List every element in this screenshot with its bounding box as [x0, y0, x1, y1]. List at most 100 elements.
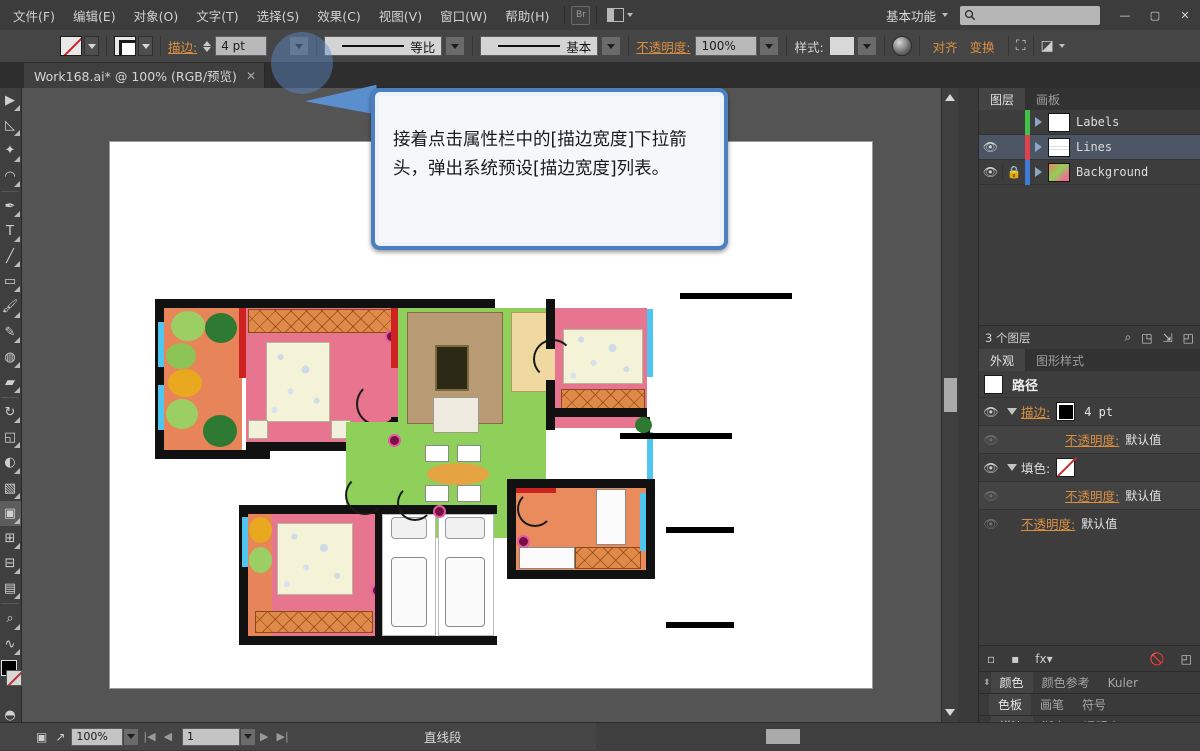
workspace-switcher[interactable]: 基本功能 — [886, 6, 948, 25]
tool-blob-brush[interactable]: ◍ — [0, 345, 21, 370]
tab-color-guide[interactable]: 颜色参考 — [1033, 672, 1099, 693]
stroke-weight-input[interactable]: 4 pt — [215, 36, 268, 56]
transform-button[interactable]: 变换 — [964, 35, 1001, 58]
appearance-row-fill[interactable]: 👁 填色: — [979, 453, 1200, 481]
graphic-style-swatch[interactable] — [828, 36, 855, 56]
opacity-label[interactable]: 不透明度: — [636, 37, 690, 56]
tool-rectangle[interactable]: ▭ — [0, 269, 21, 294]
stroke-weight-stepper[interactable] — [203, 40, 212, 52]
next-artboard-button[interactable]: ▶ — [256, 730, 272, 743]
stroke-color-chip[interactable] — [1056, 402, 1076, 421]
tool-direct-selection[interactable]: ◺ — [0, 113, 21, 138]
visibility-toggle-icon[interactable]: 👁 — [979, 140, 1002, 154]
opacity-input[interactable]: 100% — [695, 36, 758, 56]
tab-symbols[interactable]: 符号 — [1073, 694, 1115, 715]
leader-line[interactable] — [666, 527, 734, 533]
appearance-row-stroke[interactable]: 👁 描边: 4 pt — [979, 397, 1200, 425]
tool-mesh[interactable]: ⊟ — [0, 551, 21, 576]
tool-blend[interactable]: ∿ — [0, 632, 21, 657]
fill-label[interactable]: 填色: — [1021, 458, 1050, 477]
recolor-artwork-icon[interactable] — [891, 36, 912, 56]
tool-gradient[interactable]: ▤ — [0, 576, 21, 601]
close-icon[interactable]: ✕ — [246, 69, 256, 83]
canvas-horizontal-scrollbar[interactable] — [596, 723, 1200, 751]
chevron-down-icon[interactable] — [1058, 44, 1065, 48]
leader-line[interactable] — [620, 433, 732, 439]
make-clipping-mask-icon[interactable]: ◳ — [1141, 331, 1152, 345]
create-new-sublayer-icon[interactable]: ⇲ — [1163, 331, 1173, 345]
close-button[interactable]: ✕ — [1170, 4, 1200, 26]
menu-view[interactable]: 视图(V) — [370, 2, 431, 29]
stroke-swatch[interactable] — [114, 36, 136, 56]
tab-brushes[interactable]: 画笔 — [1031, 694, 1073, 715]
tab-color[interactable]: 颜色 — [990, 672, 1033, 693]
visibility-toggle-icon[interactable]: 👁 — [979, 433, 1003, 447]
artboard-number-input[interactable]: 1 — [182, 727, 241, 746]
tab-appearance[interactable]: 外观 — [979, 349, 1026, 371]
menu-file[interactable]: 文件(F) — [4, 2, 64, 29]
visibility-toggle-icon[interactable]: 👁 — [979, 517, 1003, 531]
add-new-stroke-icon[interactable]: ▫ — [987, 652, 995, 666]
document-tab[interactable]: Work168.ai* @ 100% (RGB/预览) ✕ — [24, 63, 265, 88]
layer-row-labels[interactable]: Labels — [979, 109, 1200, 135]
opacity-value[interactable]: 默认值 — [1081, 515, 1117, 532]
scroll-down-icon[interactable] — [945, 709, 955, 716]
opacity-value[interactable]: 默认值 — [1125, 487, 1161, 504]
tool-selection[interactable]: ▶ — [0, 88, 21, 113]
lock-toggle-icon[interactable]: 🔒 — [1002, 165, 1025, 179]
opacity-dropdown[interactable] — [759, 36, 780, 56]
stroke-dropdown[interactable] — [138, 36, 153, 56]
tool-free-transform[interactable]: ▧ — [0, 476, 21, 501]
visibility-toggle-icon[interactable]: 👁 — [979, 165, 1002, 179]
tool-paintbrush[interactable]: 🖌 — [0, 294, 21, 319]
share-on-behance-icon[interactable]: ↗ — [55, 730, 65, 744]
clear-appearance-icon[interactable]: 🚫 — [1150, 652, 1165, 666]
expand-arrow-icon[interactable] — [1003, 464, 1021, 471]
tool-rotate[interactable]: ↻ — [0, 400, 21, 425]
opacity-label[interactable]: 不透明度: — [1065, 430, 1119, 449]
search-input[interactable] — [960, 5, 1100, 25]
tool-magic-wand[interactable]: ✦ — [0, 138, 21, 163]
menu-window[interactable]: 窗口(W) — [431, 2, 496, 29]
brush-dropdown[interactable] — [601, 36, 622, 56]
expand-arrow-icon[interactable] — [1030, 142, 1046, 152]
active-tool-label[interactable]: 直线段 — [424, 727, 462, 746]
fill-swatch[interactable] — [60, 36, 82, 56]
profile-dropdown[interactable] — [445, 36, 466, 56]
opacity-label[interactable]: 不透明度: — [1021, 514, 1075, 533]
visibility-toggle-icon[interactable]: 👁 — [979, 489, 1003, 503]
menu-object[interactable]: 对象(O) — [125, 2, 188, 29]
tool-eyedropper[interactable]: ⌕ — [0, 606, 21, 631]
tab-swatches[interactable]: 色板 — [989, 694, 1032, 715]
draw-mode-icon[interactable]: ◪ — [1041, 38, 1054, 54]
minimize-button[interactable]: — — [1110, 4, 1140, 26]
leader-line[interactable] — [666, 622, 734, 628]
fill-dropdown[interactable] — [84, 36, 99, 56]
opacity-value[interactable]: 默认值 — [1125, 431, 1161, 448]
layer-name[interactable]: Labels — [1076, 115, 1119, 129]
style-dropdown[interactable] — [856, 36, 877, 56]
stroke-label[interactable]: 描边: — [1021, 402, 1050, 421]
visibility-toggle-icon[interactable]: 👁 — [979, 461, 1003, 475]
layer-name[interactable]: Lines — [1076, 140, 1112, 154]
menu-effect[interactable]: 效果(C) — [308, 2, 369, 29]
opacity-label[interactable]: 不透明度: — [1065, 486, 1119, 505]
tool-shape-builder[interactable]: ▣ — [0, 500, 21, 526]
fill-stroke-indicator[interactable] — [1, 659, 22, 689]
tool-line-segment[interactable]: ╱ — [0, 244, 21, 269]
menu-edit[interactable]: 编辑(E) — [64, 2, 125, 29]
leader-line[interactable] — [680, 293, 792, 299]
layer-row-lines[interactable]: 👁 Lines — [979, 134, 1200, 160]
scroll-up-icon[interactable] — [945, 94, 955, 101]
isolate-selected-icon[interactable]: ⛶ — [1016, 38, 1026, 54]
stroke-weight-value[interactable]: 4 pt — [1084, 405, 1113, 419]
arrange-documents-icon[interactable] — [603, 6, 637, 24]
tool-perspective-grid[interactable]: ⊞ — [0, 526, 21, 551]
canvas-vertical-scrollbar[interactable] — [941, 88, 958, 722]
zoom-dropdown[interactable] — [123, 727, 140, 746]
layer-name[interactable]: Background — [1076, 165, 1148, 179]
tool-lasso[interactable]: ◠ — [0, 164, 21, 189]
appearance-row-object-opacity[interactable]: 👁 不透明度: 默认值 — [979, 509, 1200, 537]
menu-type[interactable]: 文字(T) — [187, 2, 247, 29]
prev-artboard-button[interactable]: ◀ — [160, 730, 176, 743]
